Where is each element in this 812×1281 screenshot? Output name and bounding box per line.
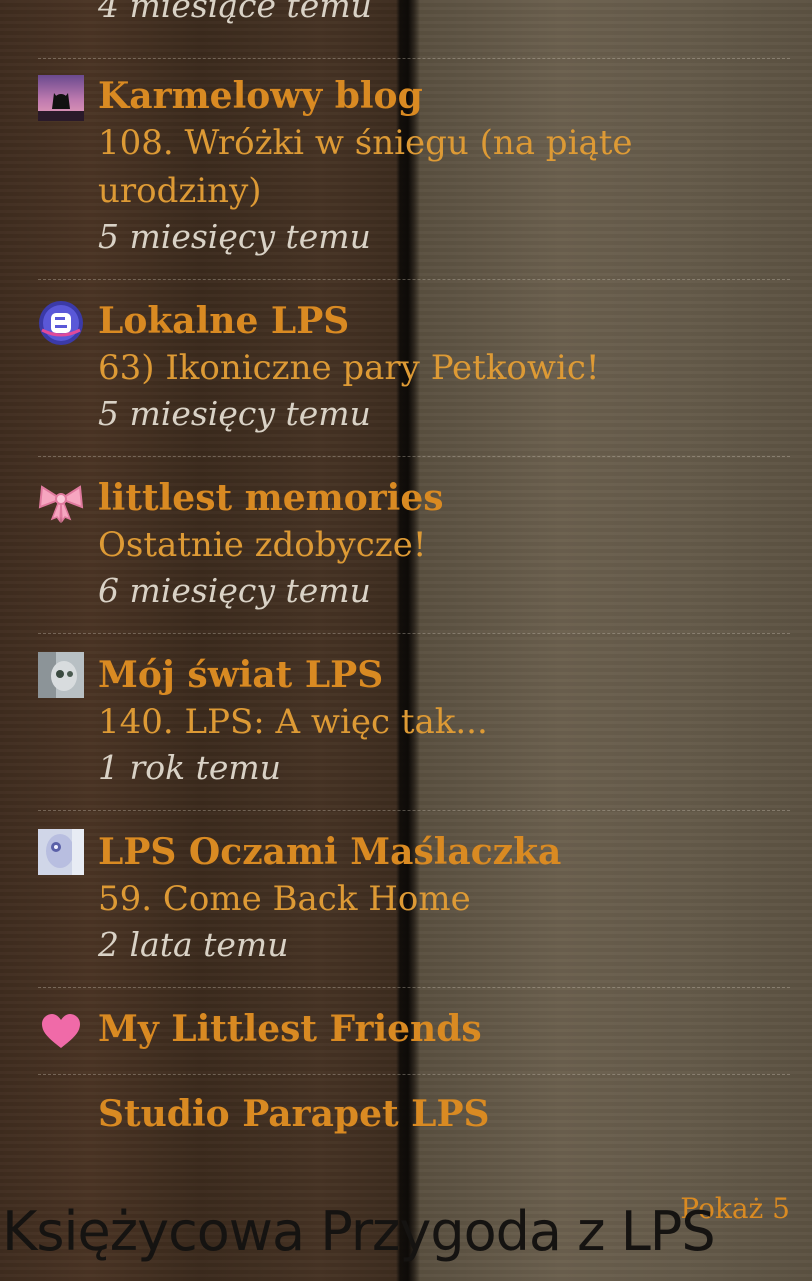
post-time: 6 miesięcy temu	[98, 571, 371, 610]
list-item: Lokalne LPS 63) Ikoniczne pary Petkowic!…	[38, 280, 790, 457]
list-item-partial: 4 miesiące temu	[38, 0, 790, 59]
blog-name-link[interactable]: Mój świat LPS	[98, 652, 790, 698]
list-item: littlest memories Ostatnie zdobycze! 6 m…	[38, 457, 790, 634]
post-title-link[interactable]: Ostatnie zdobycze!	[98, 521, 790, 569]
post-time: 1 rok temu	[98, 748, 281, 787]
blog-name-link[interactable]: Karmelowy blog	[98, 73, 790, 119]
post-title-link[interactable]: 108. Wróżki w śniegu (na piąte urodziny)	[98, 119, 790, 215]
cat-silhouette-thumbnail-icon	[38, 75, 84, 121]
post-time: 5 miesięcy temu	[98, 394, 371, 433]
list-item: LPS Oczami Maślaczka 59. Come Back Home …	[38, 811, 790, 988]
list-item: Karmelowy blog 108. Wróżki w śniegu (na …	[38, 59, 790, 280]
blogger-logo-icon	[38, 300, 84, 346]
list-item: Mój świat LPS 140. LPS: A więc tak... 1 …	[38, 634, 790, 811]
blog-name-link[interactable]: littlest memories	[98, 475, 790, 521]
blog-list: 4 miesiące temu Karmelowy blog 108. Wróż…	[38, 0, 790, 1147]
blog-name-link[interactable]: My Littlest Friends	[98, 1006, 790, 1052]
list-item: Studio Parapet LPS	[38, 1075, 790, 1147]
pet-photo-thumbnail-icon	[38, 652, 84, 698]
post-time: 5 miesięcy temu	[98, 217, 371, 256]
blog-name-link[interactable]: LPS Oczami Maślaczka	[98, 829, 790, 875]
pink-bow-icon	[38, 477, 84, 524]
post-title-link[interactable]: 140. LPS: A więc tak...	[98, 698, 790, 746]
list-item: My Littlest Friends	[38, 988, 790, 1075]
lps-figure-thumbnail-icon	[38, 829, 84, 875]
post-time: 2 lata temu	[98, 925, 289, 964]
post-title-link[interactable]: 63) Ikoniczne pary Petkowic!	[98, 344, 790, 392]
post-title-link[interactable]: 59. Come Back Home	[98, 875, 790, 923]
blog-name-link[interactable]: Studio Parapet LPS	[98, 1091, 790, 1137]
page-caption: Księżycowa Przygoda z LPS	[2, 1200, 716, 1263]
pink-heart-icon	[38, 1008, 84, 1054]
blog-name-link[interactable]: Lokalne LPS	[98, 298, 790, 344]
post-time: 4 miesiące temu	[98, 0, 372, 25]
